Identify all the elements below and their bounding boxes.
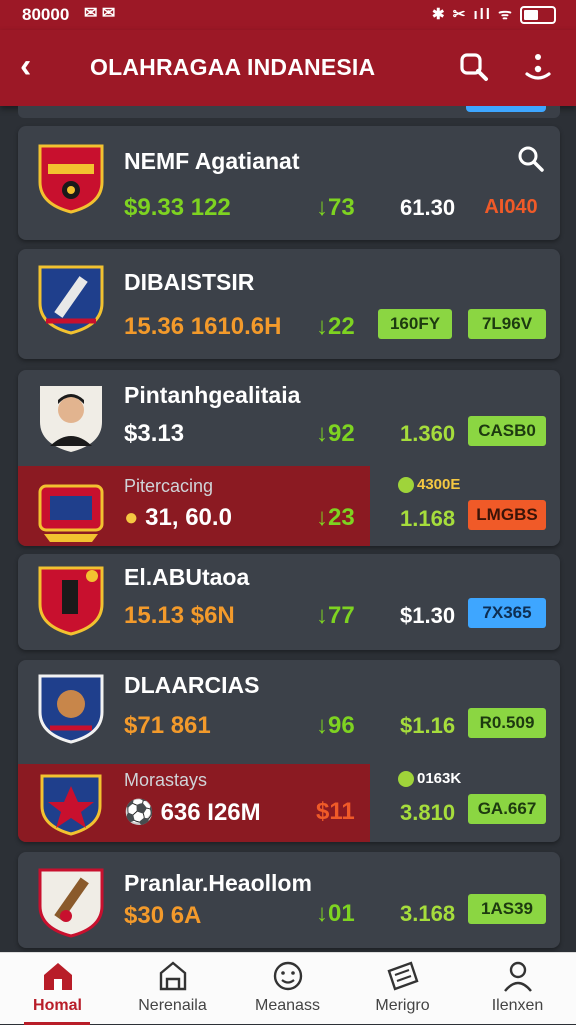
tab-matches[interactable]: Meanass — [230, 953, 345, 1025]
check-dot-icon — [398, 771, 414, 788]
player-photo — [40, 386, 102, 452]
team-name: Pranlar.Heaollom — [124, 870, 312, 896]
price-change: ↓01 — [316, 900, 355, 927]
ball-face-icon — [273, 961, 303, 991]
price-change: ↓96 — [316, 712, 355, 739]
tab-stadium[interactable]: Nerenaila — [115, 953, 230, 1025]
price-change: ↓73 — [316, 194, 355, 221]
stadium-icon — [159, 961, 187, 991]
check-dot-icon — [398, 477, 414, 494]
status-badge: 1AS39 — [468, 894, 546, 924]
team-value: 3.168 — [400, 901, 456, 926]
status-badge: R0.509 — [468, 708, 546, 738]
tab-profile[interactable]: Ilenxen — [460, 953, 575, 1025]
tab-label: Meanass — [255, 997, 320, 1014]
team-value: $1.30 — [400, 603, 456, 628]
team-price: $9.33 122 — [124, 194, 231, 221]
team-price: $30 6A — [124, 902, 202, 929]
status-badge: 7L96V — [468, 309, 546, 339]
team-value: 61.30 — [400, 195, 456, 220]
coin-icon: ● — [124, 504, 146, 531]
ball-icon: ⚽ — [124, 799, 161, 826]
team-value: $1.16 — [400, 713, 456, 738]
team-subtitle: Pitercacing — [124, 476, 214, 496]
team-price: $3.13 — [124, 420, 185, 447]
page-title: OLAHRAGAA INDANESIA — [90, 54, 376, 80]
team-crest-icon — [38, 868, 104, 938]
status-bar: 80000 ✉ ✉ ✱ ✂ ıll ᯤ — [0, 0, 576, 30]
ticket-icon — [387, 961, 419, 991]
home-icon — [44, 963, 72, 990]
magnifier-icon[interactable] — [516, 144, 546, 174]
tab-label: Homal — [33, 997, 82, 1014]
team-name: DLAARCIAS — [124, 672, 260, 698]
team-card[interactable]: DLAARCIAS $71 861 ↓96 $1.16 R0.509 Moras… — [18, 660, 560, 842]
team-price: ● 31, 60.0 — [124, 504, 232, 531]
team-crest-icon — [38, 265, 104, 335]
status-badge: AI040 — [484, 196, 538, 218]
team-card[interactable]: El.ABUtaoa 15.13 $6N ↓77 $1.30 7X365 — [18, 554, 560, 650]
team-price: ⚽ 636 I26M — [124, 799, 261, 826]
tab-label: Nerenaila — [138, 997, 207, 1014]
team-value: 3.810 — [400, 800, 456, 825]
team-value: 1.360 — [400, 421, 456, 446]
tab-tickets[interactable]: Merigro — [345, 953, 460, 1025]
mini-tag: 0163K — [398, 770, 461, 788]
team-price: 15.13 $6N — [124, 602, 235, 629]
status-time: 80000 — [22, 5, 70, 24]
price-change: $11 — [316, 798, 355, 825]
search-icon[interactable] — [456, 50, 492, 86]
system-icons: ✱ ✂ ıll ᯤ — [432, 4, 556, 25]
team-name: Pintanhgealitaia — [124, 382, 301, 408]
team-crest-icon — [40, 774, 102, 836]
status-badge: 7X365 — [468, 598, 546, 628]
mini-tag: 4300E — [398, 476, 460, 494]
price-change: ↓22 — [316, 313, 355, 340]
team-list[interactable]: NEMF Agatianat $9.33 122 ↓73 61.30 AI040… — [0, 106, 576, 952]
status-badge: LMGBS — [468, 500, 546, 530]
price-change: ↓92 — [316, 420, 355, 447]
team-crest-icon — [38, 144, 104, 214]
team-name: El.ABUtaoa — [124, 564, 250, 590]
notification-icons: ✉ ✉ — [84, 5, 116, 22]
team-card[interactable]: DIBAISTSIR 15.36 1610.6H ↓22 160FY 7L96V — [18, 249, 560, 359]
team-card[interactable]: NEMF Agatianat $9.33 122 ↓73 61.30 AI040 — [18, 126, 560, 240]
profile-icon — [504, 961, 532, 992]
team-subtitle: Morastays — [124, 770, 208, 790]
back-arrow-icon[interactable]: ‹ — [20, 46, 31, 86]
team-crest-icon — [38, 566, 104, 636]
team-crest-icon — [38, 674, 104, 744]
tab-label: Merigro — [375, 997, 430, 1014]
tab-home[interactable]: Homal — [0, 953, 115, 1025]
price-change: ↓77 — [316, 602, 355, 629]
team-name: DIBAISTSIR — [124, 269, 255, 295]
team-price: 15.36 1610.6H — [124, 313, 282, 340]
app-header: ‹ OLAHRAGAA INDANESIA — [0, 30, 576, 106]
team-card[interactable]: Pintanhgealitaia $3.13 ↓92 1.360 CASB0 P… — [18, 370, 560, 546]
status-badge: CASB0 — [468, 416, 546, 446]
tab-label: Ilenxen — [491, 997, 544, 1014]
value-badge: 160FY — [378, 309, 452, 339]
bottom-nav: Homal Nerenaila Meanass Merigro Ilenxen — [0, 952, 576, 1025]
team-price: $71 861 — [124, 712, 211, 739]
team-value: 1.168 — [400, 506, 456, 531]
price-change: ↓23 — [316, 504, 355, 531]
team-name: NEMF Agatianat — [124, 148, 300, 174]
more-icon[interactable] — [520, 50, 556, 86]
team-card[interactable]: Pranlar.Heaollom $30 6A ↓01 3.168 1AS39 — [18, 852, 560, 948]
status-badge: GA.667 — [468, 794, 546, 824]
team-crest-icon — [38, 484, 104, 542]
battery-icon — [520, 6, 556, 25]
previous-card-edge — [18, 106, 560, 118]
